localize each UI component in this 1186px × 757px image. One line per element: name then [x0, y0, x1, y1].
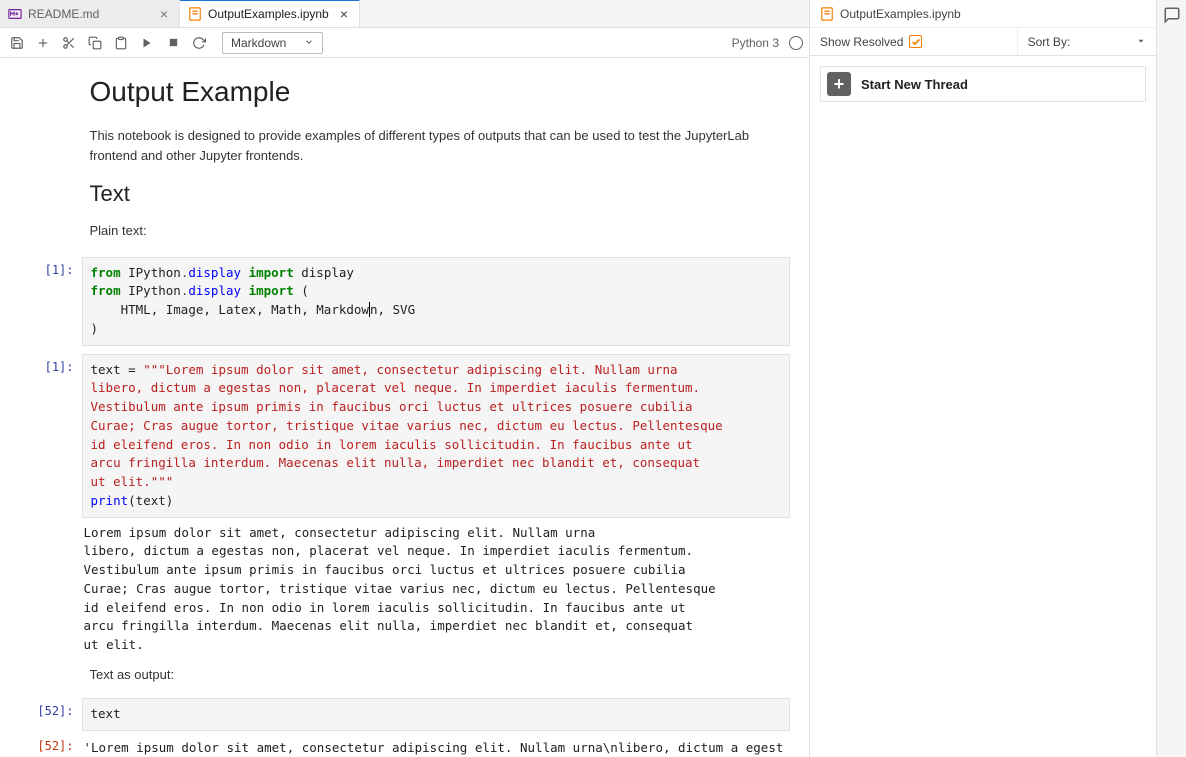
code-cell[interactable]: [1]: from IPython.display import display… — [20, 257, 790, 346]
chat-icon[interactable] — [1163, 6, 1181, 27]
run-button[interactable] — [136, 32, 158, 54]
side-filter: Show Resolved Sort By: — [810, 28, 1156, 56]
code-cell[interactable]: [52]: text — [20, 698, 790, 731]
chevron-down-icon — [304, 36, 314, 50]
restart-button[interactable] — [188, 32, 210, 54]
notebook-toolbar: Markdown Python 3 — [0, 28, 809, 58]
intro-text: This notebook is designed to provide exa… — [90, 126, 778, 165]
stdout-output: Lorem ipsum dolor sit amet, consectetur … — [82, 518, 790, 657]
markdown-cell-title[interactable]: Output Example This notebook is designed… — [20, 76, 790, 165]
close-icon[interactable]: × — [337, 7, 351, 21]
markdown-cell-text-as-output[interactable]: Text as output: — [20, 665, 790, 685]
main-panel: README.md × OutputExamples.ipynb × Markd… — [0, 0, 810, 757]
start-new-thread-button[interactable]: + Start New Thread — [820, 66, 1146, 102]
markdown-cell-text-heading[interactable]: Text Plain text: — [20, 181, 790, 241]
sort-by-label: Sort By: — [1028, 35, 1071, 49]
show-resolved-checkbox[interactable] — [909, 35, 922, 48]
code-input[interactable]: text — [82, 698, 790, 731]
tab-outputexamples[interactable]: OutputExamples.ipynb × — [180, 0, 360, 27]
interrupt-button[interactable] — [162, 32, 184, 54]
in-prompt: [1]: — [20, 257, 82, 346]
kernel-status-icon[interactable] — [789, 36, 803, 50]
caret-down-icon — [1136, 35, 1146, 49]
output-cell: [52]: 'Lorem ipsum dolor sit amet, conse… — [20, 733, 790, 757]
paste-button[interactable] — [110, 32, 132, 54]
code-input[interactable]: from IPython.display import display from… — [82, 257, 790, 346]
in-prompt: [52]: — [20, 698, 82, 731]
insert-cell-button[interactable] — [32, 32, 54, 54]
exec-result: 'Lorem ipsum dolor sit amet, consectetur… — [82, 733, 790, 757]
save-button[interactable] — [6, 32, 28, 54]
side-header: OutputExamples.ipynb — [810, 0, 1156, 28]
page-title: Output Example — [90, 76, 778, 108]
threads-panel: OutputExamples.ipynb Show Resolved Sort … — [810, 0, 1156, 757]
copy-button[interactable] — [84, 32, 106, 54]
code-input[interactable]: text = """Lorem ipsum dolor sit amet, co… — [82, 354, 790, 518]
side-title: OutputExamples.ipynb — [840, 7, 961, 21]
code-cell[interactable]: [1]: text = """Lorem ipsum dolor sit ame… — [20, 354, 790, 657]
sort-by-select[interactable]: Sort By: — [1018, 28, 1156, 55]
tab-label: OutputExamples.ipynb — [208, 7, 331, 21]
show-resolved-label: Show Resolved — [820, 35, 903, 49]
text-as-output-label: Text as output: — [90, 665, 778, 685]
tab-label: README.md — [28, 7, 151, 21]
out-prompt: [52]: — [20, 733, 82, 757]
right-rail — [1156, 0, 1186, 757]
markdown-icon — [8, 7, 22, 21]
plain-label: Plain text: — [90, 221, 778, 241]
new-thread-label: Start New Thread — [861, 77, 968, 92]
in-prompt: [1]: — [20, 354, 82, 657]
notebook-body[interactable]: Output Example This notebook is designed… — [0, 58, 809, 757]
tab-readme[interactable]: README.md × — [0, 0, 180, 27]
tab-bar: README.md × OutputExamples.ipynb × — [0, 0, 809, 28]
notebook-icon — [188, 7, 202, 21]
text-heading: Text — [90, 181, 778, 207]
kernel-name[interactable]: Python 3 — [732, 36, 785, 50]
notebook-icon — [820, 7, 834, 21]
close-icon[interactable]: × — [157, 7, 171, 21]
cell-type-select[interactable]: Markdown — [222, 32, 323, 54]
cut-button[interactable] — [58, 32, 80, 54]
plus-icon: + — [827, 72, 851, 96]
cell-type-label: Markdown — [231, 36, 286, 50]
